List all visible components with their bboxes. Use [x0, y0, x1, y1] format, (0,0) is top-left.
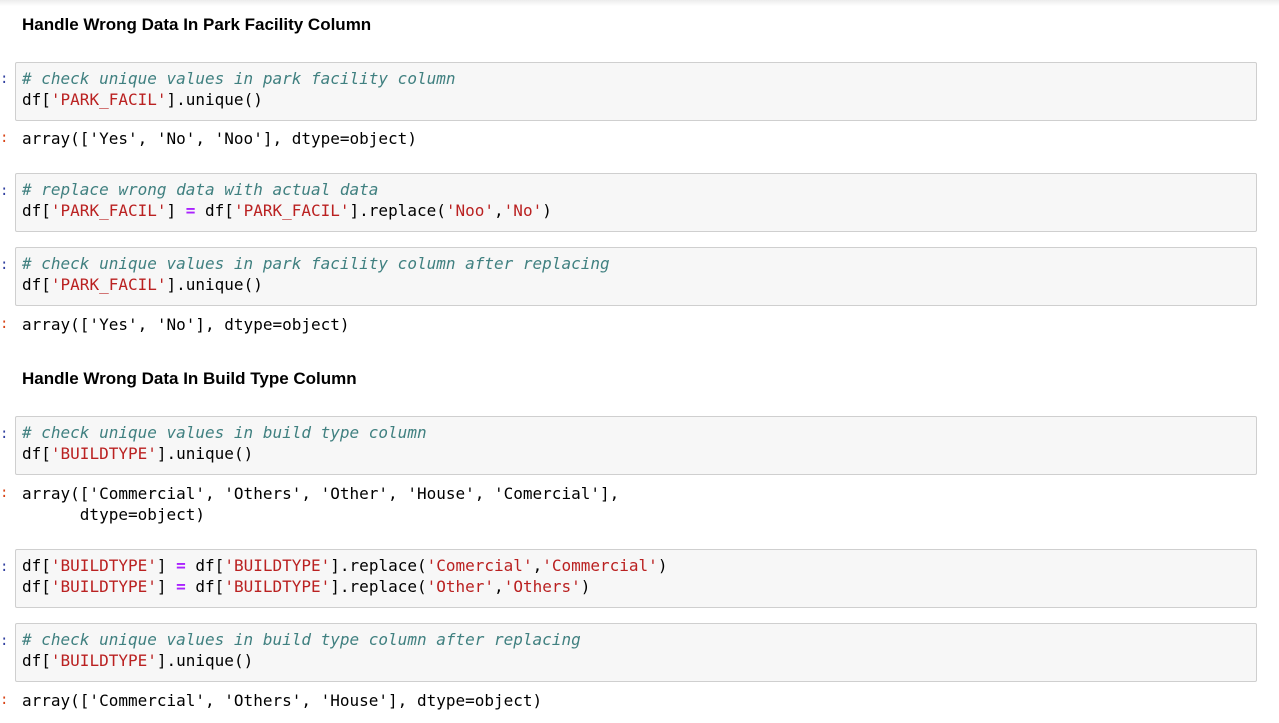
- code-token: ]: [166, 201, 186, 220]
- code-string: 'No': [503, 201, 543, 220]
- code-editor[interactable]: # check unique values in park facility c…: [22, 253, 610, 295]
- code-token: ].replace(: [349, 201, 446, 220]
- code-token: ,: [494, 201, 504, 220]
- code-string: 'PARK_FACIL': [50, 275, 167, 294]
- input-prompt: :: [0, 559, 9, 575]
- code-cell-3[interactable]: # check unique values in park facility c…: [15, 247, 1257, 306]
- code-string: 'BUILDTYPE': [224, 577, 331, 596]
- code-token: ): [542, 201, 552, 220]
- code-string: 'BUILDTYPE': [224, 556, 331, 575]
- code-token: df[: [22, 444, 51, 463]
- code-cell-4[interactable]: # check unique values in build type colu…: [15, 416, 1257, 475]
- code-token: ): [657, 556, 668, 575]
- input-prompt: :: [0, 426, 9, 442]
- code-token: df[: [22, 275, 51, 294]
- code-operator: =: [176, 556, 186, 575]
- code-string: 'Others': [503, 577, 581, 596]
- code-token: ].replace(: [330, 556, 427, 575]
- input-prompt: :: [0, 633, 9, 649]
- input-prompt: :: [0, 71, 9, 87]
- code-token: ].replace(: [330, 577, 427, 596]
- code-string: 'Comercial': [426, 556, 533, 575]
- code-token: df[: [195, 201, 234, 220]
- code-editor[interactable]: # replace wrong data with actual data df…: [22, 179, 552, 221]
- output-prompt: :: [0, 692, 9, 708]
- code-token: df[: [185, 577, 225, 596]
- code-operator: =: [185, 201, 196, 220]
- code-string: 'PARK_FACIL': [50, 90, 167, 109]
- code-comment: # check unique values in park facility c…: [22, 254, 610, 273]
- code-comment: # replace wrong data with actual data: [22, 180, 379, 199]
- input-prompt: :: [0, 257, 9, 273]
- code-token: ): [580, 577, 591, 596]
- code-token: ].unique(): [166, 275, 263, 294]
- code-editor[interactable]: # check unique values in build type colu…: [22, 422, 427, 464]
- code-comment: # check unique values in build type colu…: [22, 630, 581, 649]
- code-token: df[: [185, 556, 225, 575]
- cell-output-1: array(['Yes', 'No', 'Noo'], dtype=object…: [22, 129, 417, 148]
- code-cell-1[interactable]: # check unique values in park facility c…: [15, 62, 1257, 121]
- code-cell-6[interactable]: # check unique values in build type colu…: [15, 623, 1257, 682]
- output-line: dtype=object): [22, 505, 206, 524]
- markdown-heading-build-type: Handle Wrong Data In Build Type Column: [22, 369, 357, 388]
- markdown-heading-park-facility: Handle Wrong Data In Park Facility Colum…: [22, 15, 372, 34]
- code-string: 'PARK_FACIL': [233, 201, 350, 220]
- code-comment: # check unique values in build type colu…: [22, 423, 427, 442]
- code-string: 'Noo': [445, 201, 495, 220]
- output-prompt: :: [0, 130, 9, 146]
- code-token: ].unique(): [156, 444, 254, 463]
- code-editor[interactable]: # check unique values in build type colu…: [22, 629, 581, 671]
- cell-output-3: array(['Yes', 'No'], dtype=object): [22, 315, 350, 334]
- code-token: ].unique(): [156, 651, 254, 670]
- code-token: df[: [22, 201, 51, 220]
- code-string: 'BUILDTYPE': [50, 651, 157, 670]
- code-comment: # check unique values in park facility c…: [22, 69, 456, 88]
- input-prompt: :: [0, 183, 9, 199]
- code-token: ].unique(): [166, 90, 263, 109]
- code-string: 'BUILDTYPE': [50, 556, 157, 575]
- code-string: 'BUILDTYPE': [50, 577, 157, 596]
- code-string: 'PARK_FACIL': [50, 201, 167, 220]
- output-prompt: :: [0, 316, 9, 332]
- code-string: 'Commercial': [542, 556, 658, 575]
- output-line: array(['Commercial', 'Others', 'Other', …: [22, 484, 620, 503]
- code-token: df[: [22, 651, 51, 670]
- code-token: df[: [22, 556, 51, 575]
- code-token: ,: [532, 556, 543, 575]
- code-string: 'Other': [426, 577, 495, 596]
- code-token: df[: [22, 577, 51, 596]
- top-shadow: [0, 0, 1279, 6]
- output-prompt: :: [0, 485, 9, 501]
- code-token: ,: [494, 577, 504, 596]
- code-token: ]: [156, 556, 177, 575]
- code-token: ]: [156, 577, 177, 596]
- code-operator: =: [176, 577, 186, 596]
- code-editor[interactable]: df['BUILDTYPE'] = df['BUILDTYPE'].replac…: [22, 555, 667, 597]
- cell-output-6: array(['Commercial', 'Others', 'House'],…: [22, 691, 543, 710]
- code-editor[interactable]: # check unique values in park facility c…: [22, 68, 455, 110]
- code-string: 'BUILDTYPE': [50, 444, 157, 463]
- code-cell-2[interactable]: # replace wrong data with actual data df…: [15, 173, 1257, 232]
- cell-output-4: array(['Commercial', 'Others', 'Other', …: [22, 483, 619, 525]
- code-cell-5[interactable]: df['BUILDTYPE'] = df['BUILDTYPE'].replac…: [15, 549, 1257, 608]
- code-token: df[: [22, 90, 51, 109]
